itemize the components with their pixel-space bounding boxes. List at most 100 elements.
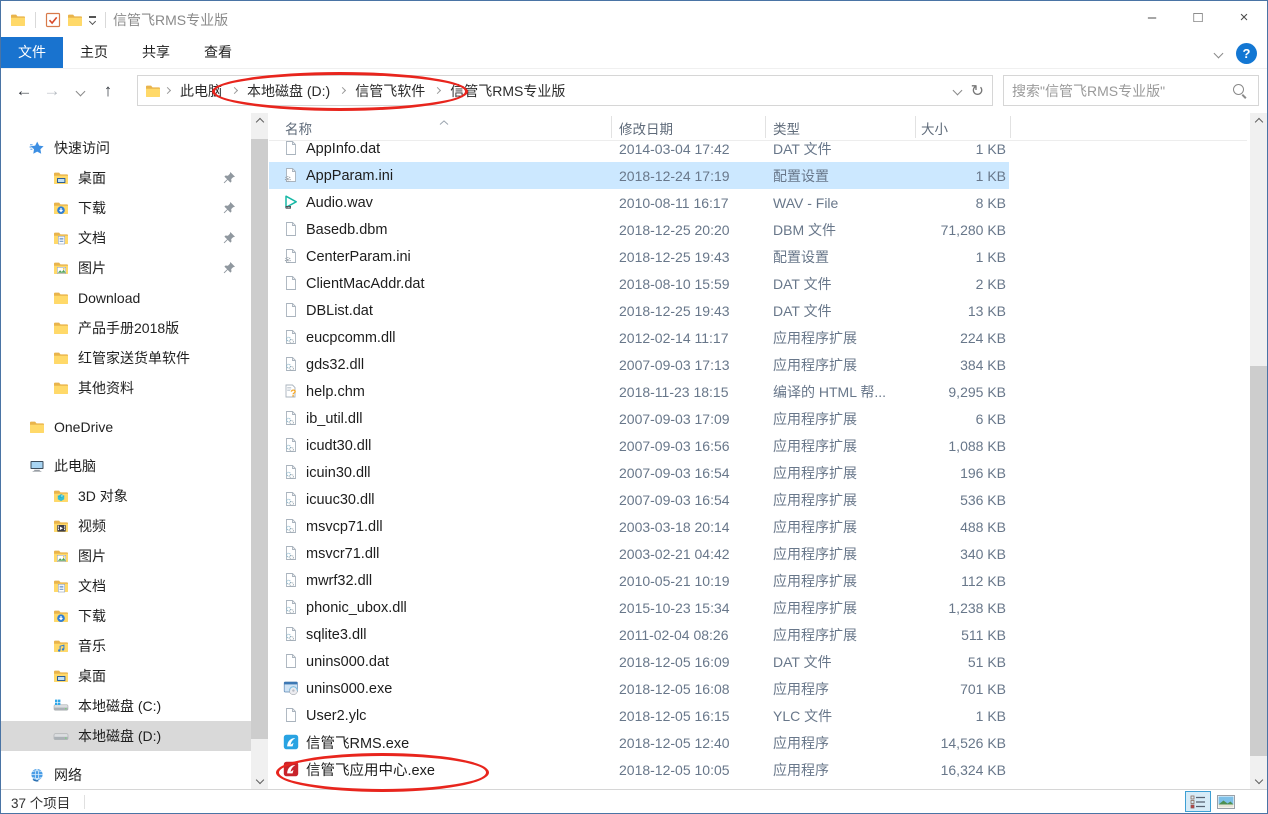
properties-check-icon[interactable] [45,12,61,28]
file-name: icuin30.dll [306,465,371,481]
file-row-DBList.dat[interactable]: DBList.dat2018-12-25 19:43DAT 文件13 KB [269,297,1247,324]
file-date: 2011-02-04 08:26 [619,627,729,643]
close-button[interactable]: × [1221,1,1267,33]
sidebar-item-桌面[interactable]: 桌面 [1,163,251,193]
sidebar-item-桌面[interactable]: 桌面 [1,661,251,691]
file-size: 1,238 KB [889,600,1006,616]
sidebar-item-产品手册2018版[interactable]: 产品手册2018版 [1,313,251,343]
breadcrumb-item[interactable]: 信管飞软件 [349,76,431,105]
breadcrumb-separator-icon[interactable] [228,88,241,93]
file-row-AppParam.ini[interactable]: AppParam.ini2018-12-24 17:19配置设置1 KB [269,162,1009,189]
file-row-AppInfo.dat[interactable]: AppInfo.dat2014-03-04 17:42DAT 文件1 KB [269,135,1247,162]
scroll-up-icon[interactable] [1250,113,1267,130]
tab-共享[interactable]: 共享 [125,37,187,68]
forward-button[interactable]: → [39,78,65,104]
breadcrumb-item[interactable]: 信管飞RMS专业版 [444,76,571,105]
file-row-Audio.wav[interactable]: Audio.wav2010-08-11 16:17WAV - File8 KB [269,189,1247,216]
file-row-icuuc30.dll[interactable]: icuuc30.dll2007-09-03 16:54应用程序扩展536 KB [269,486,1247,513]
file-size: 71,280 KB [889,222,1006,238]
minimize-button[interactable]: – [1129,1,1175,33]
file-row-User2.ylc[interactable]: User2.ylc2018-12-05 16:15YLC 文件1 KB [269,702,1247,729]
drive-icon [53,728,69,744]
file-date: 2007-09-03 17:13 [619,357,730,373]
sidebar-item-图片[interactable]: 图片 [1,253,251,283]
sidebar-item-视频[interactable]: 视频 [1,511,251,541]
file-list-scrollbar-thumb[interactable] [1250,366,1267,756]
breadcrumb-item[interactable]: 此电脑 [174,76,228,105]
file-row-ib_util.dll[interactable]: ib_util.dll2007-09-03 17:09应用程序扩展6 KB [269,405,1247,432]
scroll-down-icon[interactable] [251,771,268,788]
search-icon[interactable] [1232,83,1248,99]
sidebar-item-下载[interactable]: 下载 [1,601,251,631]
file-row-Basedb.dbm[interactable]: Basedb.dbm2018-12-25 20:20DBM 文件71,280 K… [269,216,1247,243]
file-row-unins000.exe[interactable]: unins000.exe2018-12-05 16:08应用程序701 KB [269,675,1247,702]
sidebar-item-3D 对象[interactable]: 3D 对象 [1,481,251,511]
file-list-scrollbar[interactable] [1250,113,1267,791]
help-icon[interactable]: ? [1236,43,1257,64]
sidebar-item-快速访问[interactable]: 快速访问 [1,133,251,163]
file-row-icuin30.dll[interactable]: icuin30.dll2007-09-03 16:54应用程序扩展196 KB [269,459,1247,486]
file-row-phonic_ubox.dll[interactable]: phonic_ubox.dll2015-10-23 15:34应用程序扩展1,2… [269,594,1247,621]
new-folder-icon[interactable] [67,12,83,28]
file-date: 2018-12-25 20:20 [619,222,730,238]
details-view-button[interactable] [1185,791,1211,812]
file-row-msvcr71.dll[interactable]: msvcr71.dll2003-02-21 04:42应用程序扩展340 KB [269,540,1247,567]
recent-locations-chevron-icon[interactable] [67,78,93,104]
file-date: 2018-08-10 15:59 [619,276,730,292]
file-row-gds32.dll[interactable]: gds32.dll2007-09-03 17:13应用程序扩展384 KB [269,351,1247,378]
qat-customize-chevron-icon[interactable] [89,16,96,24]
file-size: 16,324 KB [889,762,1006,778]
sidebar-item-图片[interactable]: 图片 [1,541,251,571]
tab-主页[interactable]: 主页 [63,37,125,68]
divider [84,795,85,809]
file-row-sqlite3.dll[interactable]: sqlite3.dll2011-02-04 08:26应用程序扩展511 KB [269,621,1247,648]
sidebar-item-网络[interactable]: 网络 [1,760,251,790]
sidebar-item-文档[interactable]: 文档 [1,571,251,601]
file-row-msvcp71.dll[interactable]: msvcp71.dll2003-03-18 20:14应用程序扩展488 KB [269,513,1247,540]
file-row-mwrf32.dll[interactable]: mwrf32.dll2010-05-21 10:19应用程序扩展112 KB [269,567,1247,594]
up-button[interactable]: ↑ [95,78,121,104]
sidebar-item-label: 图片 [78,258,106,278]
file-row-icudt30.dll[interactable]: icudt30.dll2007-09-03 16:56应用程序扩展1,088 K… [269,432,1247,459]
sidebar-item-本地磁盘 (C:)[interactable]: 本地磁盘 (C:) [1,691,251,721]
refresh-icon[interactable]: ↻ [971,81,984,101]
scroll-down-icon[interactable] [1250,771,1267,788]
search-input[interactable] [1004,83,1232,99]
items-count: 37 个项目 [1,792,70,812]
breadcrumb-separator-icon[interactable] [336,88,349,93]
sidebar-item-文档[interactable]: 文档 [1,223,251,253]
back-button[interactable]: ← [11,78,37,104]
sidebar-scrollbar[interactable] [251,113,268,791]
file-row-ClientMacAddr.dat[interactable]: ClientMacAddr.dat2018-08-10 15:59DAT 文件2… [269,270,1247,297]
breadcrumb-separator-icon[interactable] [431,88,444,93]
sidebar-scrollbar-thumb[interactable] [251,139,268,739]
sidebar-item-其他资料[interactable]: 其他资料 [1,373,251,403]
file-row-信管飞应用中心.exe[interactable]: 信管飞应用中心.exe2018-12-05 10:05应用程序16,324 KB [269,756,1247,783]
file-date: 2018-12-05 16:08 [619,681,730,697]
breadcrumb-separator-icon[interactable] [161,88,174,93]
sidebar-item-红管家送货单软件[interactable]: 红管家送货单软件 [1,343,251,373]
maximize-button[interactable]: □ [1175,1,1221,33]
sidebar-item-下载[interactable]: 下载 [1,193,251,223]
sidebar-item-Download[interactable]: Download [1,283,251,313]
tab-查看[interactable]: 查看 [187,37,249,68]
thumbnail-view-button[interactable] [1213,791,1239,812]
file-row-help.chm[interactable]: ?help.chm2018-11-23 18:15编译的 HTML 帮...9,… [269,378,1247,405]
tab-文件[interactable]: 文件 [1,37,63,68]
file-row-CenterParam.ini[interactable]: CenterParam.ini2018-12-25 19:43配置设置1 KB [269,243,1247,270]
sidebar-item-本地磁盘 (D:)[interactable]: 本地磁盘 (D:) [1,721,251,751]
address-dropdown-chevron-icon[interactable] [952,86,962,96]
file-type: 应用程序扩展 [773,625,857,645]
sidebar-item-音乐[interactable]: 音乐 [1,631,251,661]
file-row-信管飞RMS.exe[interactable]: 信管飞RMS.exe2018-12-05 12:40应用程序14,526 KB [269,729,1247,756]
minimize-ribbon-chevron-icon[interactable] [1214,49,1224,59]
sidebar-item-label: OneDrive [54,419,113,435]
file-row-unins000.dat[interactable]: unins000.dat2018-12-05 16:09DAT 文件51 KB [269,648,1247,675]
sidebar-item-此电脑[interactable]: 此电脑 [1,451,251,481]
sidebar-item-OneDrive[interactable]: OneDrive [1,412,251,442]
scroll-up-icon[interactable] [251,113,268,130]
breadcrumb-item[interactable]: 本地磁盘 (D:) [241,76,336,105]
file-row-eucpcomm.dll[interactable]: eucpcomm.dll2012-02-14 11:17应用程序扩展224 KB [269,324,1247,351]
address-bar[interactable]: 此电脑本地磁盘 (D:) 信管飞软件信管飞RMS专业版 ↻ [137,75,993,106]
search-box[interactable] [1003,75,1259,106]
